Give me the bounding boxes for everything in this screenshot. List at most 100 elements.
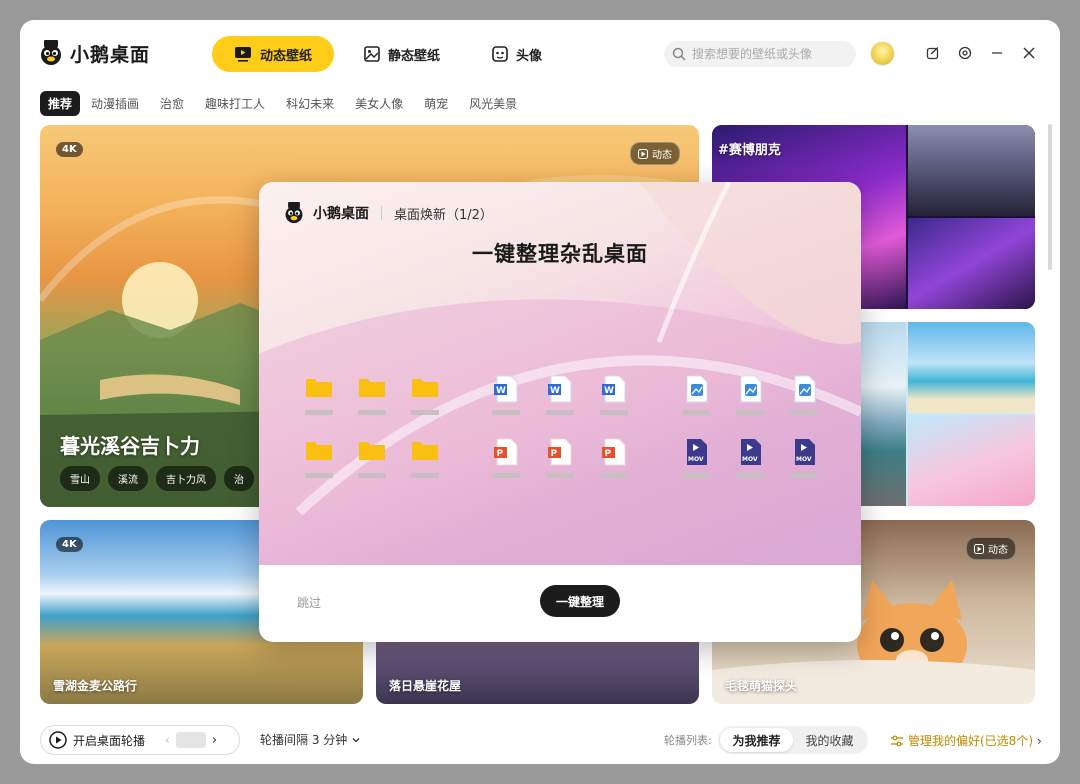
app-name: 小鹅桌面	[70, 43, 151, 66]
video-play-icon	[235, 47, 251, 62]
folder-icon	[411, 375, 439, 415]
dynamic-label: 动态	[988, 545, 1008, 556]
goose-logo-icon	[285, 202, 303, 224]
preferences-label: 管理我的偏好(已选8个)	[908, 734, 1033, 748]
carousel-interval-dropdown[interactable]: 轮播间隔 3 分钟	[260, 731, 361, 748]
tag-chip[interactable]: 治	[224, 466, 254, 491]
carousel-list-switch: 为我推荐 我的收藏	[718, 726, 868, 754]
manage-preferences-link[interactable]: 管理我的偏好(已选8个) ›	[890, 732, 1042, 749]
search-icon	[672, 47, 686, 61]
tag-chip[interactable]: 雪山	[60, 466, 100, 491]
edit-icon	[926, 47, 939, 60]
modal-header: 小鹅桌面 桌面焕新（1/2）	[283, 202, 493, 224]
skip-button[interactable]: 跳过	[297, 594, 321, 611]
app-window: 小鹅桌面 动态壁纸 静态壁纸 头像 搜索想要的壁纸或头像 推荐 动漫插画 治愈 …	[20, 20, 1060, 764]
gear-icon	[958, 46, 972, 60]
folder-icon	[305, 438, 333, 478]
skin-button[interactable]	[924, 44, 942, 62]
tab-label: 静态壁纸	[388, 48, 441, 64]
tag-chip[interactable]: 溪流	[108, 466, 148, 491]
wallpaper-title: 雪湖金麦公路行	[53, 679, 138, 693]
chevron-right-icon[interactable]: ›	[212, 733, 217, 748]
folder-icon	[358, 375, 386, 415]
svg-text:P: P	[497, 449, 504, 459]
desktop-carousel-control: 开启桌面轮播 ‹ ›	[40, 725, 240, 755]
mov-video-icon: MOV	[790, 438, 818, 478]
svg-text:P: P	[551, 449, 558, 459]
tab-dynamic-wallpaper[interactable]: 动态壁纸	[212, 36, 335, 72]
minimize-icon	[992, 52, 1002, 54]
search-input[interactable]	[692, 47, 852, 61]
category-recommended[interactable]: 推荐	[40, 91, 81, 116]
wallpaper-tags: 雪山 溪流 吉卜力风 治	[60, 466, 254, 491]
svg-text:W: W	[604, 386, 614, 396]
ppt-doc-icon: P	[492, 438, 520, 478]
modal-title: 一键整理杂乱桌面	[472, 242, 648, 266]
dynamic-badge: 动态	[630, 142, 680, 165]
window-controls	[924, 44, 1038, 62]
close-button[interactable]	[1020, 44, 1038, 62]
search-box[interactable]	[664, 41, 856, 67]
tab-static-wallpaper[interactable]: 静态壁纸	[342, 36, 462, 72]
mov-video-icon: MOV	[736, 438, 764, 478]
ppt-doc-icon: P	[546, 438, 574, 478]
word-doc-icon: W	[546, 375, 574, 415]
close-icon	[1023, 47, 1035, 59]
category-tabs: 推荐 动漫插画 治愈 趣味打工人 科幻未来 美女人像 萌宠 风光美景	[40, 90, 527, 117]
svg-text:MOV: MOV	[796, 456, 812, 463]
modal-brand: 小鹅桌面	[313, 206, 369, 222]
carousel-toggle-label[interactable]: 开启桌面轮播	[73, 732, 145, 749]
goose-logo-icon	[41, 40, 61, 65]
chevron-left-icon[interactable]: ‹	[165, 733, 170, 747]
image-icon	[364, 46, 380, 62]
svg-text:W: W	[550, 386, 560, 396]
minimize-button[interactable]	[988, 44, 1006, 62]
folder-icon	[358, 438, 386, 478]
category-scenery[interactable]: 风光美景	[466, 90, 527, 117]
category-healing[interactable]: 治愈	[157, 90, 194, 117]
play-icon	[638, 148, 648, 159]
svg-text:W: W	[496, 386, 506, 396]
tab-avatar[interactable]: 头像	[470, 36, 564, 72]
badge-4k: 4K	[56, 537, 83, 552]
wallpaper-title: 暮光溪谷吉卜力	[60, 434, 200, 458]
folder-icon	[411, 438, 439, 478]
sliders-icon	[891, 735, 903, 746]
image-file-icon	[682, 375, 710, 415]
main-tabs: 动态壁纸 静态壁纸 头像	[212, 36, 564, 72]
beach-image	[908, 322, 1035, 413]
carousel-thumbnail	[175, 732, 206, 748]
image-file-icon	[736, 375, 764, 415]
badge-4k: 4K	[56, 142, 83, 157]
word-doc-icon: W	[600, 375, 628, 415]
collection-title: #赛博朋克	[718, 143, 781, 158]
list-option-favorites[interactable]: 我的收藏	[793, 728, 866, 752]
scrollbar-thumb[interactable]	[1048, 124, 1052, 270]
one-click-organize-button[interactable]: 一键整理	[540, 585, 620, 617]
divider	[381, 206, 382, 220]
cyberpunk-girl-image	[908, 125, 1035, 216]
play-circle-icon[interactable]	[49, 731, 67, 749]
tag-chip[interactable]: 吉卜力风	[156, 466, 216, 491]
category-portrait[interactable]: 美女人像	[352, 90, 413, 117]
settings-button[interactable]	[956, 44, 974, 62]
category-scifi[interactable]: 科幻未来	[283, 90, 344, 117]
interval-label: 轮播间隔 3 分钟	[260, 733, 348, 747]
cyberpunk-robot-image	[908, 218, 1035, 309]
anime-girl-image	[908, 415, 1035, 506]
word-doc-icon: W	[492, 375, 520, 415]
list-option-recommended[interactable]: 为我推荐	[720, 728, 793, 752]
category-pets[interactable]: 萌宠	[421, 90, 458, 117]
wallpaper-title: 落日悬崖花屋	[389, 679, 462, 693]
wallpaper-title: 毛毯萌猫探头	[725, 679, 798, 693]
svg-text:P: P	[605, 449, 612, 459]
modal-step-indicator: 桌面焕新（1/2）	[394, 207, 493, 223]
avatar-face-icon	[492, 46, 508, 62]
user-avatar[interactable]	[870, 41, 895, 66]
category-worker[interactable]: 趣味打工人	[202, 90, 275, 117]
svg-text:MOV: MOV	[742, 456, 758, 463]
tab-label: 头像	[516, 48, 543, 64]
app-logo[interactable]: 小鹅桌面	[38, 38, 150, 68]
category-anime[interactable]: 动漫插画	[88, 90, 149, 117]
ppt-doc-icon: P	[600, 438, 628, 478]
